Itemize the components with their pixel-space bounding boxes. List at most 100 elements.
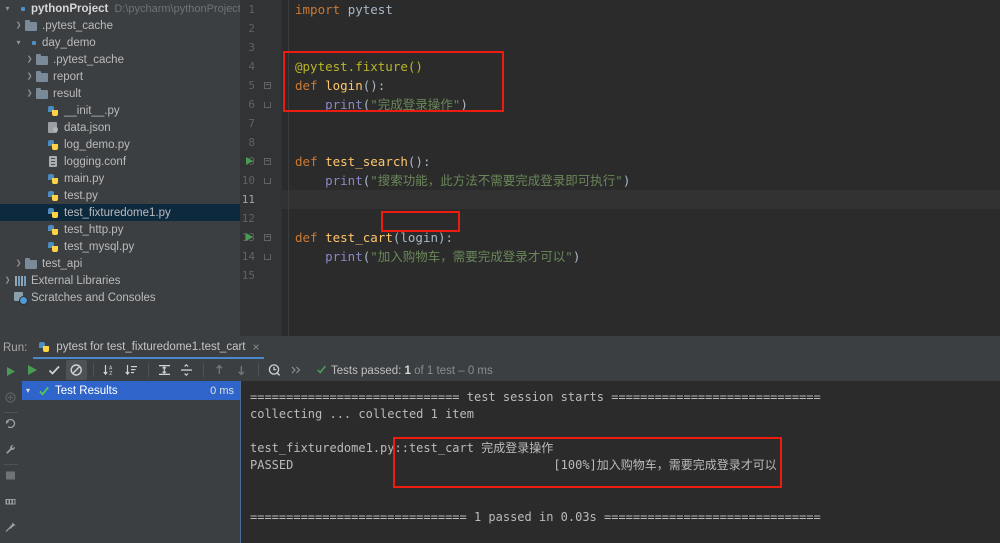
chevron-right-icon[interactable]: ❯ xyxy=(13,255,24,272)
more-options-button[interactable] xyxy=(286,360,307,380)
code-line[interactable] xyxy=(289,190,295,209)
tree-item-scratches-and-consoles[interactable]: Scratches and Consoles xyxy=(0,289,240,306)
conf-file-icon xyxy=(46,155,61,169)
code-line[interactable]: import pytest xyxy=(289,0,393,19)
fold-end-marker[interactable] xyxy=(260,247,274,266)
tree-item-result[interactable]: ❯ result xyxy=(0,85,240,102)
code-line[interactable]: print("加入购物车，需要完成登录才可以") xyxy=(289,247,580,266)
line-number: 7 xyxy=(248,117,255,130)
tree-item-logging-conf[interactable]: logging.conf xyxy=(0,153,240,170)
code-line[interactable]: def login(): xyxy=(289,76,385,95)
chevron-down-icon[interactable]: ▾ xyxy=(26,386,38,395)
tree-item--init-py[interactable]: __init__.py xyxy=(0,102,240,119)
chevron-right-icon[interactable]: ❯ xyxy=(24,51,35,68)
rerun-tests-button[interactable] xyxy=(22,360,43,380)
todo-tool-button[interactable] xyxy=(0,489,22,515)
code-line[interactable] xyxy=(289,114,295,133)
chevron-placeholder-icon xyxy=(35,204,46,221)
line-number: 4 xyxy=(248,60,255,73)
tree-item-test-api[interactable]: ❯ test_api xyxy=(0,255,240,272)
tree-item-test-fixturedome1-py[interactable]: test_fixturedome1.py xyxy=(0,204,240,221)
code-line[interactable] xyxy=(289,133,295,152)
tree-item-test-http-py[interactable]: test_http.py xyxy=(0,221,240,238)
code-line[interactable] xyxy=(289,266,295,285)
test-console-output[interactable]: ============================= test sessi… xyxy=(240,381,1000,543)
pin-tool-button[interactable] xyxy=(0,515,22,541)
code-line[interactable] xyxy=(289,38,295,57)
chevron-right-icon[interactable]: ❯ xyxy=(13,17,24,34)
code-token: def xyxy=(295,78,326,93)
terminal-tool-button[interactable] xyxy=(0,463,22,489)
close-icon[interactable]: × xyxy=(253,340,260,354)
collapse-all-button[interactable] xyxy=(176,360,197,380)
tree-item-data-json[interactable]: data.json xyxy=(0,119,240,136)
fold-end-marker[interactable] xyxy=(260,95,274,114)
code-line[interactable]: def test_cart(login): xyxy=(289,228,453,247)
fold-marker[interactable]: − xyxy=(260,76,274,95)
run-tool-button[interactable] xyxy=(0,359,22,385)
python-file-icon xyxy=(46,172,61,186)
project-tree-panel[interactable]: ▾ pythonProject D:\pycharm\pythonProject… xyxy=(0,0,240,336)
tree-item-test-mysql-py[interactable]: test_mysql.py xyxy=(0,238,240,255)
line-number: 8 xyxy=(248,136,255,149)
code-line[interactable]: print("完成登录操作") xyxy=(289,95,468,114)
tree-item-report[interactable]: ❯ report xyxy=(0,68,240,85)
fold-end-marker[interactable] xyxy=(260,171,274,190)
line-number: 6 xyxy=(248,98,255,111)
tree-item-main-py[interactable]: main.py xyxy=(0,170,240,187)
chevron-down-icon[interactable]: ▾ xyxy=(2,0,13,17)
run-tool-window: Run: pytest for test_fixturedome1.test_c… xyxy=(0,336,1000,543)
code-text[interactable]: import pytest @pytest.fixture() def login(… xyxy=(289,0,1000,336)
folder-icon xyxy=(24,19,39,33)
expand-all-button[interactable] xyxy=(154,360,175,380)
code-line[interactable]: def test_search(): xyxy=(289,152,430,171)
sort-by-duration-button[interactable] xyxy=(121,360,142,380)
console-line: ============================== 1 passed … xyxy=(250,510,821,524)
code-editor[interactable]: 1 2 3 4 5 6 7 8 9 10 11 12 13 14 15− − − import pytest @p… xyxy=(240,0,1000,336)
code-line[interactable]: @pytest.fixture() xyxy=(289,57,423,76)
run-configuration-tab[interactable]: pytest for test_fixturedome1.test_cart × xyxy=(33,337,264,359)
build-tool-button[interactable] xyxy=(0,437,22,463)
folder-icon xyxy=(35,53,50,67)
tree-item-external-libraries[interactable]: ❯ External Libraries xyxy=(0,272,240,289)
chevron-placeholder-icon xyxy=(35,102,46,119)
test-results-tree[interactable]: ▾ Test Results 0 ms xyxy=(22,381,240,543)
test-runner-toolbar[interactable]: A Z Tests passed: 1 of 1 test – 0 ms xyxy=(22,359,1000,381)
code-token: pytest xyxy=(347,2,393,17)
tree-item-log-demo-py[interactable]: log_demo.py xyxy=(0,136,240,153)
chevron-right-icon[interactable]: ❯ xyxy=(2,272,13,289)
sort-alphabetically-button[interactable]: A Z xyxy=(99,360,120,380)
chevron-down-icon[interactable]: ▾ xyxy=(13,34,24,51)
tree-item--pytest-cache[interactable]: ❯ .pytest_cache xyxy=(0,17,240,34)
code-token: login xyxy=(400,230,439,245)
test-results-root-row[interactable]: ▾ Test Results 0 ms xyxy=(22,381,240,400)
tree-item--pytest-cache[interactable]: ❯ .pytest_cache xyxy=(0,51,240,68)
run-test-gutter-icon[interactable] xyxy=(244,152,258,171)
chevron-right-icon[interactable]: ❯ xyxy=(24,85,35,102)
tree-item-test-py[interactable]: test.py xyxy=(0,187,240,204)
tool-window-strip[interactable] xyxy=(0,359,22,543)
debug-tool-button[interactable] xyxy=(0,385,22,411)
code-line[interactable] xyxy=(289,19,295,38)
fold-marker[interactable]: − xyxy=(260,152,274,171)
chevron-right-icon[interactable]: ❯ xyxy=(24,68,35,85)
show-passed-button[interactable] xyxy=(44,360,65,380)
code-line[interactable] xyxy=(289,209,295,228)
run-test-gutter-icon[interactable] xyxy=(244,228,258,247)
code-token: (): xyxy=(407,154,431,169)
next-failed-button[interactable] xyxy=(231,360,252,380)
console-line: test_fixturedome1.py::test_cart 完成登录操作 xyxy=(250,441,554,455)
show-ignored-button[interactable] xyxy=(66,360,87,380)
git-tool-button[interactable] xyxy=(0,411,22,437)
code-line[interactable]: print("搜索功能，此方法不需要完成登录即可执行") xyxy=(289,171,630,190)
test-history-button[interactable] xyxy=(264,360,285,380)
tree-item-label: report xyxy=(53,70,84,83)
tree-item-label: test_mysql.py xyxy=(64,240,135,253)
code-token: test_cart xyxy=(325,230,393,245)
tree-item-day-demo[interactable]: ▾ day_demo xyxy=(0,34,240,51)
previous-failed-button[interactable] xyxy=(209,360,230,380)
editor-gutter[interactable]: 1 2 3 4 5 6 7 8 9 10 11 12 13 14 15− − − xyxy=(240,0,282,336)
project-root-row[interactable]: ▾ pythonProject D:\pycharm\pythonProject xyxy=(0,0,240,17)
fold-marker[interactable]: − xyxy=(260,228,274,247)
